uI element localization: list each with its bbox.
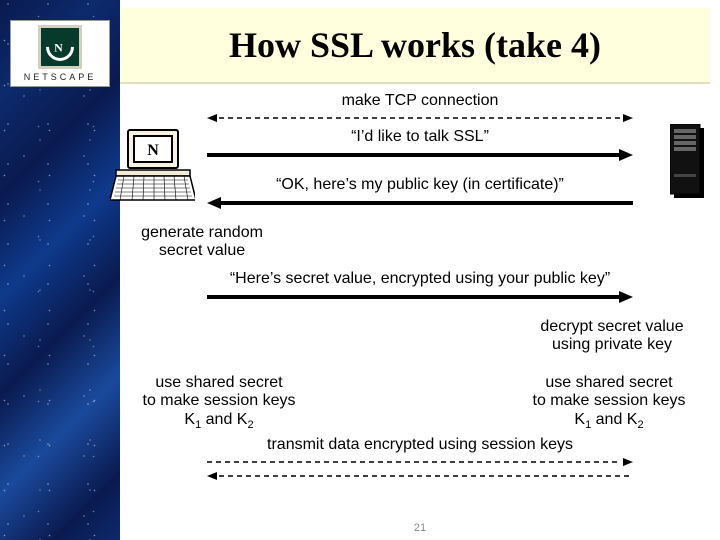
netscape-logo: NETSCAPE	[10, 20, 110, 87]
note-client-session-keys: use shared secret to make session keys K…	[114, 374, 324, 432]
note-server-decrypt: decrypt secret value using private key	[512, 318, 712, 355]
arrow-left-solid-icon	[205, 196, 635, 210]
step-transmit-label: transmit data encrypted using session ke…	[120, 436, 720, 454]
step-transmit-data: transmit data encrypted using session ke…	[120, 436, 720, 482]
svg-text:N: N	[147, 142, 159, 159]
note-client-keys-l2: to make session keys	[114, 392, 324, 410]
step-client-send-secret-label: “Here’s secret value, encrypted using yo…	[120, 270, 720, 288]
note-client-generate-secret: generate random secret value	[112, 224, 292, 261]
server-icon	[670, 124, 714, 209]
arrow-right-solid-icon	[205, 148, 635, 162]
note-client-keys-l1: use shared secret	[114, 374, 324, 392]
step-tcp-label: make TCP connection	[120, 92, 720, 110]
step-server-cert-label: “OK, here’s my public key (in certificat…	[120, 176, 720, 194]
arrow-bidirectional-dashed-icon	[205, 112, 635, 124]
step-client-hello-label: “I’d like to talk SSL”	[120, 128, 720, 146]
note-server-keys-l2: to make session keys	[504, 392, 714, 410]
slide-title: How SSL works (take 4)	[229, 24, 601, 66]
client-computer-icon: N	[110, 128, 195, 213]
note-client-keys-l3: K1 and K2	[114, 411, 324, 432]
step-server-cert: “OK, here’s my public key (in certificat…	[120, 176, 720, 210]
note-server-session-keys: use shared secret to make session keys K…	[504, 374, 714, 432]
step-client-hello: “I’d like to talk SSL”	[120, 128, 720, 162]
title-bar: How SSL works (take 4)	[120, 8, 710, 84]
arrow-right-solid-icon	[205, 290, 635, 304]
netscape-logo-text: NETSCAPE	[24, 72, 97, 82]
step-client-send-secret: “Here’s secret value, encrypted using yo…	[120, 270, 720, 304]
step-tcp-connection: make TCP connection	[120, 92, 720, 124]
page-number: 21	[414, 522, 426, 534]
note-server-keys-l1: use shared secret	[504, 374, 714, 392]
netscape-logo-icon	[38, 25, 82, 69]
diagram-area: N	[120, 84, 720, 540]
note-server-keys-l3: K1 and K2	[504, 411, 714, 432]
arrow-left-dashed-icon	[205, 470, 635, 482]
arrow-right-dashed-icon	[205, 456, 635, 468]
